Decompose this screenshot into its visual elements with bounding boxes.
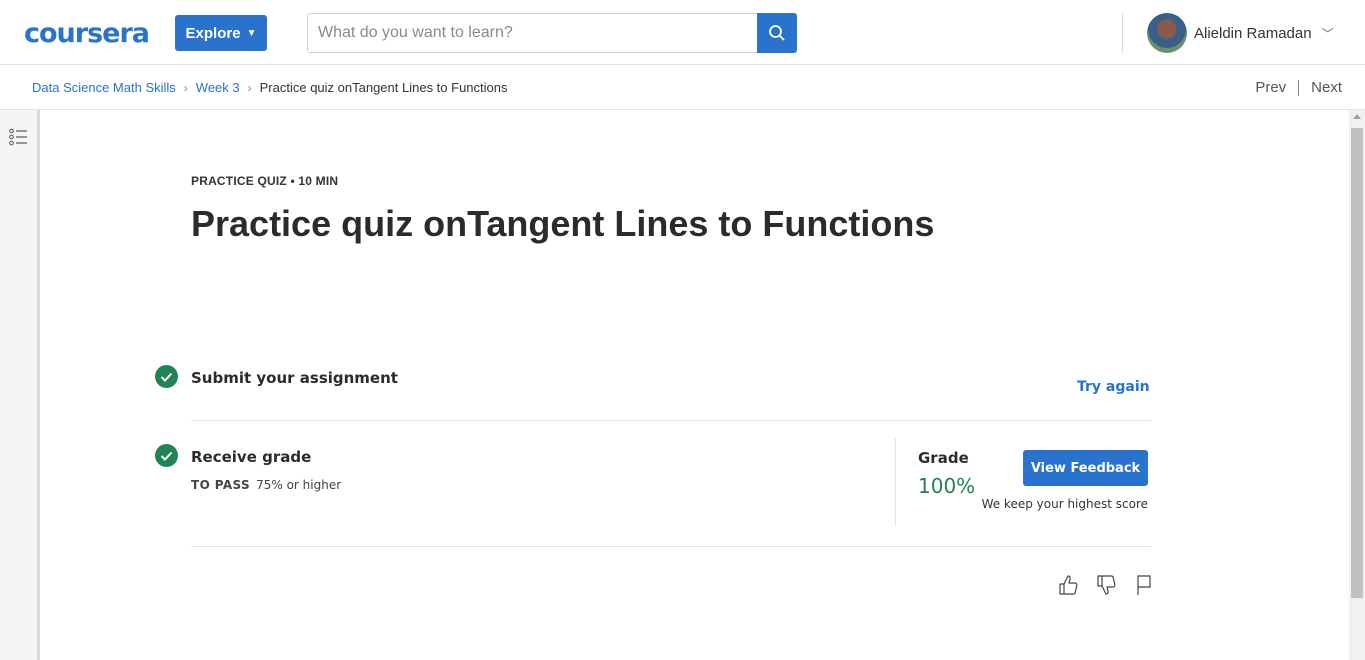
header-divider <box>1122 13 1123 53</box>
view-feedback-button[interactable]: View Feedback <box>1023 450 1148 486</box>
user-name: Alieldin Ramadan <box>1194 24 1312 42</box>
section-divider <box>191 420 1151 421</box>
try-again-link[interactable]: Try again <box>1077 379 1150 395</box>
breadcrumb-week[interactable]: Week 3 <box>196 80 240 95</box>
prev-next-nav: Prev Next <box>1255 79 1342 96</box>
explore-button[interactable]: Explore ▼ <box>175 15 267 51</box>
grade-divider <box>895 438 896 526</box>
search-input[interactable] <box>308 14 757 52</box>
submit-assignment-title: Submit your assignment <box>191 369 398 387</box>
section-divider <box>191 546 1151 547</box>
vertical-scrollbar[interactable] <box>1349 110 1365 660</box>
user-menu[interactable]: Alieldin Ramadan ﹀ <box>1147 13 1334 53</box>
scroll-thumb[interactable] <box>1351 128 1363 598</box>
chevron-down-icon: ﹀ <box>1321 26 1334 41</box>
course-outline-rail <box>0 110 40 660</box>
chevron-right-icon: › <box>247 80 252 95</box>
chevron-down-icon: ▼ <box>246 27 257 39</box>
breadcrumb-current: Practice quiz onTangent Lines to Functio… <box>259 80 508 95</box>
search-button[interactable] <box>757 13 797 53</box>
receive-grade-title: Receive grade <box>191 448 312 466</box>
grade-label: Grade <box>918 449 969 467</box>
grade-value: 100% <box>918 474 976 498</box>
next-link[interactable]: Next <box>1311 79 1342 96</box>
avatar <box>1147 13 1187 53</box>
nav-divider <box>1298 79 1300 96</box>
chevron-right-icon: › <box>183 80 188 95</box>
breadcrumb: Data Science Math Skills › Week 3 › Prac… <box>32 80 508 95</box>
search-icon <box>769 25 785 41</box>
thumbs-down-icon[interactable] <box>1094 573 1118 597</box>
breadcrumb-bar: Data Science Math Skills › Week 3 › Prac… <box>0 65 1365 110</box>
to-pass-value: 75% or higher <box>256 478 342 492</box>
check-icon <box>155 365 178 388</box>
to-pass-label: TO PASS <box>191 478 251 492</box>
list-icon[interactable] <box>9 128 29 146</box>
explore-label: Explore <box>185 24 241 42</box>
content-feedback <box>1056 573 1156 597</box>
page-title: Practice quiz onTangent Lines to Functio… <box>191 203 935 244</box>
scroll-up-arrow[interactable] <box>1353 114 1361 119</box>
to-pass-info: TO PASS 75% or higher <box>191 478 341 492</box>
highest-score-note: We keep your highest score <box>981 497 1148 511</box>
coursera-logo[interactable]: coursera <box>24 18 150 49</box>
top-header: coursera Explore ▼ Alieldin Ramadan ﹀ <box>0 0 1365 65</box>
flag-icon[interactable] <box>1132 573 1156 597</box>
quiz-meta: PRACTICE QUIZ • 10 MIN <box>191 174 339 188</box>
search-bar <box>307 13 797 53</box>
prev-link[interactable]: Prev <box>1255 79 1286 96</box>
check-icon <box>155 444 178 467</box>
breadcrumb-course[interactable]: Data Science Math Skills <box>32 80 176 95</box>
thumbs-up-icon[interactable] <box>1056 573 1080 597</box>
